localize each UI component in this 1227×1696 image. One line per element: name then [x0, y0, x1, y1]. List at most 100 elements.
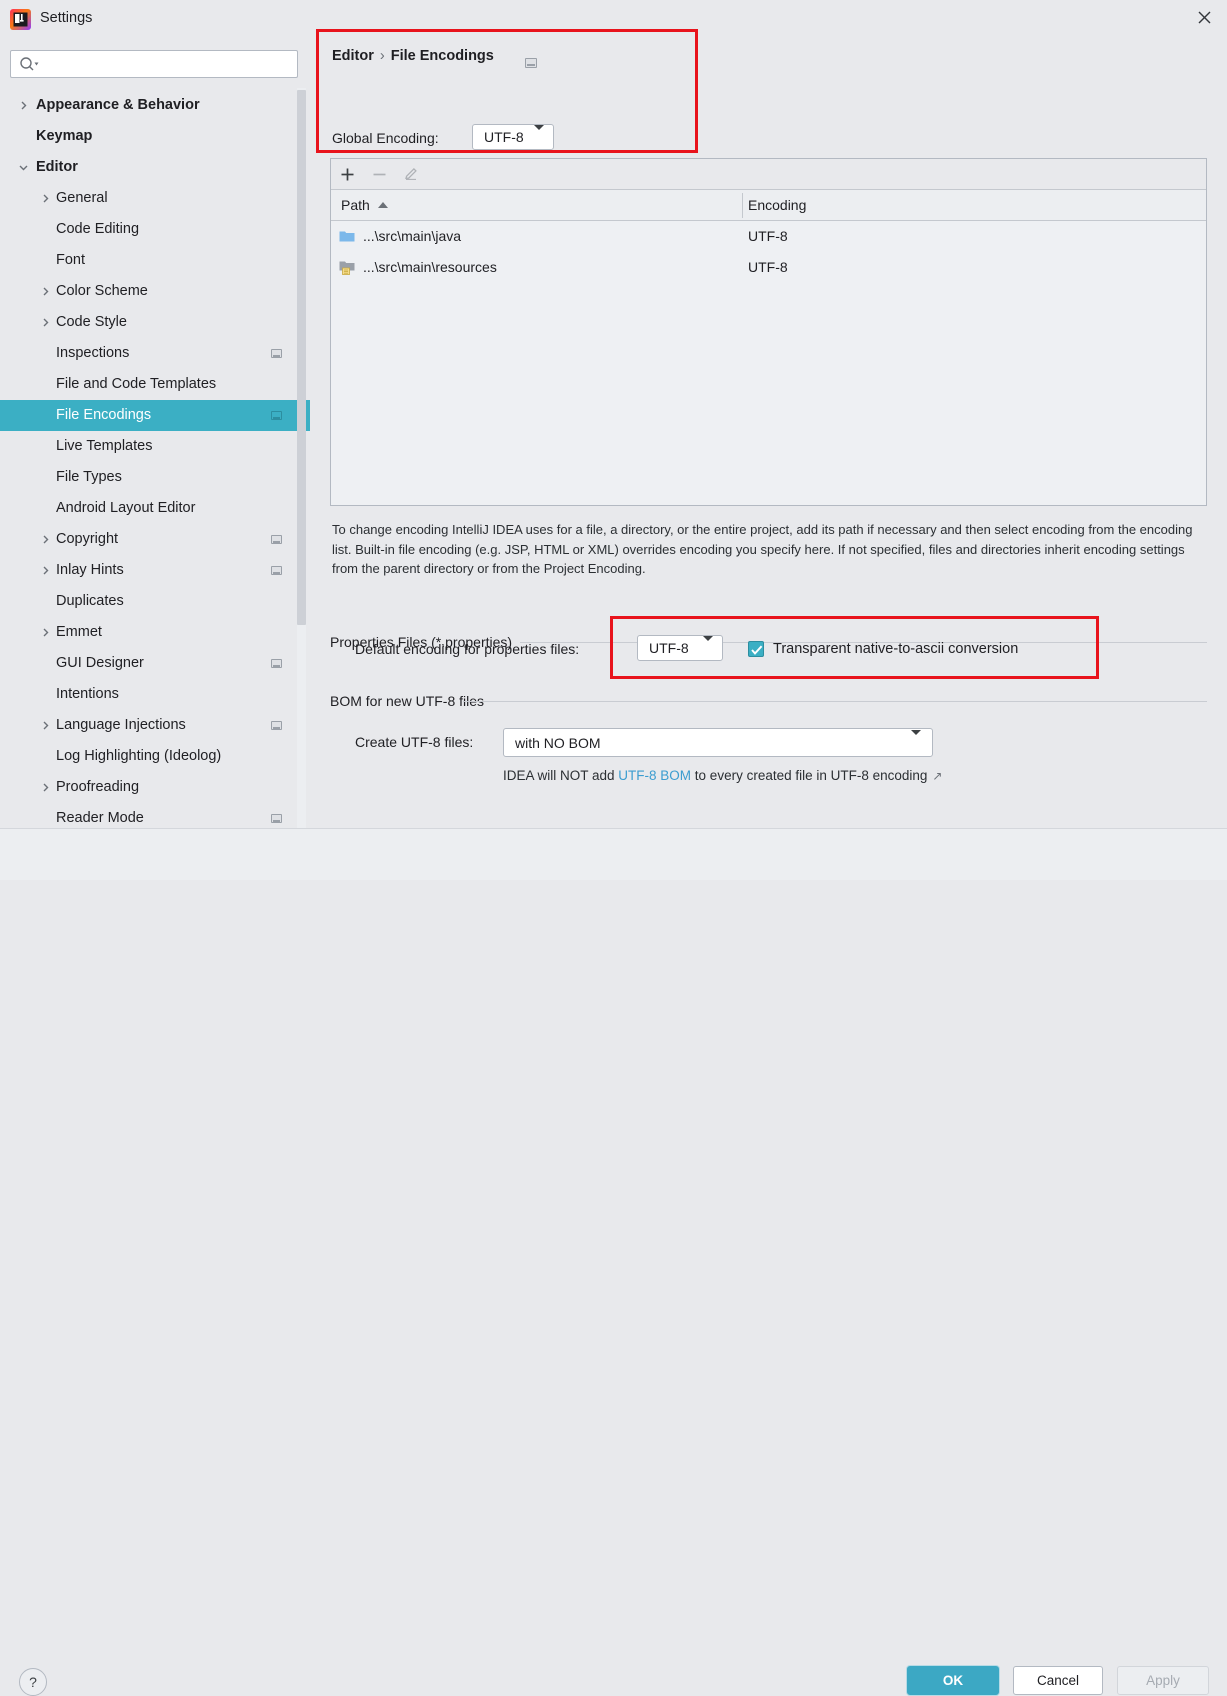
settings-category-tree[interactable]: Appearance & Behavior Keymap Editor General… [0, 90, 310, 828]
transparent-native-to-ascii-checkbox[interactable] [748, 641, 764, 657]
sidebar-item-proofreading[interactable]: Proofreading [0, 772, 310, 803]
sidebar-item-code-editing[interactable]: Code Editing [0, 214, 310, 245]
table-row[interactable]: ...\src\main\resources UTF-8 [331, 252, 1206, 283]
breadcrumb-current: File Encodings [390, 48, 494, 64]
settings-sync-icon[interactable] [271, 814, 282, 823]
add-path-button[interactable] [331, 159, 363, 190]
sidebar-item-label: Appearance & Behavior [36, 97, 200, 113]
table-cell-encoding[interactable]: UTF-8 [748, 221, 788, 252]
cancel-button[interactable]: Cancel [1013, 1666, 1103, 1695]
chevron-right-icon[interactable] [38, 710, 52, 741]
sidebar-item-code-style[interactable]: Code Style [0, 307, 310, 338]
settings-sync-icon[interactable] [271, 566, 282, 575]
sidebar-item-editor[interactable]: Editor [0, 152, 310, 183]
create-utf8-files-select[interactable]: with NO BOM [503, 728, 933, 757]
chevron-right-icon[interactable] [38, 555, 52, 586]
utf8-bom-link[interactable]: UTF-8 BOM [618, 768, 691, 783]
column-divider[interactable] [742, 193, 743, 218]
chevron-right-icon[interactable] [38, 307, 52, 338]
chevron-right-icon[interactable] [38, 617, 52, 648]
chevron-right-icon[interactable] [38, 772, 52, 803]
sidebar-item-label: Proofreading [56, 779, 140, 795]
sidebar-item-color-scheme[interactable]: Color Scheme [0, 276, 310, 307]
help-button[interactable]: ? [19, 1668, 47, 1696]
encodings-table-toolbar [331, 159, 1206, 190]
column-header-encoding[interactable]: Encoding [748, 190, 806, 221]
sidebar-item-gui-designer[interactable]: GUI Designer [0, 648, 310, 679]
chevron-right-icon[interactable] [16, 90, 30, 121]
settings-sync-icon[interactable] [271, 659, 282, 668]
search-icon [19, 56, 39, 75]
close-icon[interactable] [1181, 0, 1227, 34]
bom-note-suffix: to every created file in UTF-8 encoding [691, 768, 928, 783]
default-properties-encoding-value: UTF-8 [649, 640, 689, 656]
sidebar-item-android-layout-editor[interactable]: Android Layout Editor [0, 493, 310, 524]
encodings-table-body[interactable]: ...\src\main\java UTF-8 ...\src\main\resou… [331, 221, 1206, 505]
chevron-right-icon[interactable] [38, 276, 52, 307]
sidebar-item-duplicates[interactable]: Duplicates [0, 586, 310, 617]
sidebar-item-label: Duplicates [56, 593, 124, 609]
table-row[interactable]: ...\src\main\java UTF-8 [331, 221, 1206, 252]
sidebar-item-label: File and Code Templates [56, 376, 217, 392]
global-encoding-combo[interactable]: UTF-8 [472, 124, 554, 150]
global-encoding-value: UTF-8 [484, 129, 524, 145]
settings-sync-icon[interactable] [271, 411, 282, 420]
dialog-footer: ? OK Cancel Apply [0, 829, 1227, 1696]
sidebar-item-intentions[interactable]: Intentions [0, 679, 310, 710]
sidebar-scrollbar-thumb[interactable] [297, 90, 306, 625]
sidebar-item-inspections[interactable]: Inspections [0, 338, 310, 369]
window-title: Settings [40, 10, 93, 26]
title-bar: Settings [0, 0, 1227, 38]
table-cell-path: ...\src\main\java [363, 228, 462, 244]
sidebar-item-inlay-hints[interactable]: Inlay Hints [0, 555, 310, 586]
sidebar-item-reader-mode[interactable]: Reader Mode [0, 803, 310, 828]
breadcrumb-separator-icon: › [379, 48, 385, 64]
chevron-right-icon[interactable] [38, 524, 52, 555]
edit-pencil-icon[interactable] [395, 159, 427, 190]
sidebar-item-label: Reader Mode [56, 810, 144, 826]
sidebar-item-label: Inlay Hints [56, 562, 124, 578]
sidebar-item-appearance-behavior[interactable]: Appearance & Behavior [0, 90, 310, 121]
apply-button[interactable]: Apply [1117, 1666, 1209, 1695]
sidebar-item-copyright[interactable]: Copyright [0, 524, 310, 555]
global-encoding-label: Global Encoding: [332, 130, 439, 146]
remove-path-button[interactable] [363, 159, 395, 190]
breadcrumb-parent[interactable]: Editor [332, 48, 374, 64]
transparent-native-to-ascii-label[interactable]: Transparent native-to-ascii conversion [773, 641, 1018, 657]
default-properties-encoding-label: Default encoding for properties files: [355, 641, 580, 657]
sidebar-item-label: Keymap [36, 128, 93, 144]
chevron-down-icon[interactable] [16, 152, 30, 183]
folder-blue-icon [339, 229, 355, 246]
sidebar-item-general[interactable]: General [0, 183, 310, 214]
default-properties-encoding-combo[interactable]: UTF-8 [637, 635, 723, 661]
sidebar-item-language-injections[interactable]: Language Injections [0, 710, 310, 741]
sidebar-item-file-and-code-templates[interactable]: File and Code Templates [0, 369, 310, 400]
sidebar-item-log-highlighting-ideolog[interactable]: Log Highlighting (Ideolog) [0, 741, 310, 772]
folder-resources-icon [339, 260, 355, 278]
settings-sync-icon[interactable] [525, 58, 537, 68]
chevron-down-icon [703, 635, 713, 656]
bom-section-rule [463, 701, 1207, 702]
settings-sync-icon[interactable] [271, 349, 282, 358]
sidebar-item-keymap[interactable]: Keymap [0, 121, 310, 152]
sidebar-item-emmet[interactable]: Emmet [0, 617, 310, 648]
checkmark-icon [751, 645, 763, 655]
sidebar-item-live-templates[interactable]: Live Templates [0, 431, 310, 462]
settings-sync-icon[interactable] [271, 535, 282, 544]
settings-sync-icon[interactable] [271, 721, 282, 730]
settings-search-box[interactable] [10, 50, 298, 78]
ok-button[interactable]: OK [907, 1666, 999, 1695]
chevron-right-icon[interactable] [38, 183, 52, 214]
sidebar-item-file-encodings[interactable]: File Encodings [0, 400, 310, 431]
external-link-icon[interactable]: ↗ [932, 769, 942, 783]
sidebar-item-label: Language Injections [56, 717, 186, 733]
sidebar-item-file-types[interactable]: File Types [0, 462, 310, 493]
table-cell-encoding[interactable]: UTF-8 [748, 252, 788, 283]
sidebar-item-font[interactable]: Font [0, 245, 310, 276]
sidebar-item-label: GUI Designer [56, 655, 144, 671]
search-input[interactable] [45, 51, 295, 77]
column-header-path[interactable]: Path [341, 190, 388, 221]
sidebar-item-label: Log Highlighting (Ideolog) [56, 748, 222, 764]
sidebar-item-label: Font [56, 252, 86, 268]
create-utf8-files-label: Create UTF-8 files: [355, 734, 474, 750]
